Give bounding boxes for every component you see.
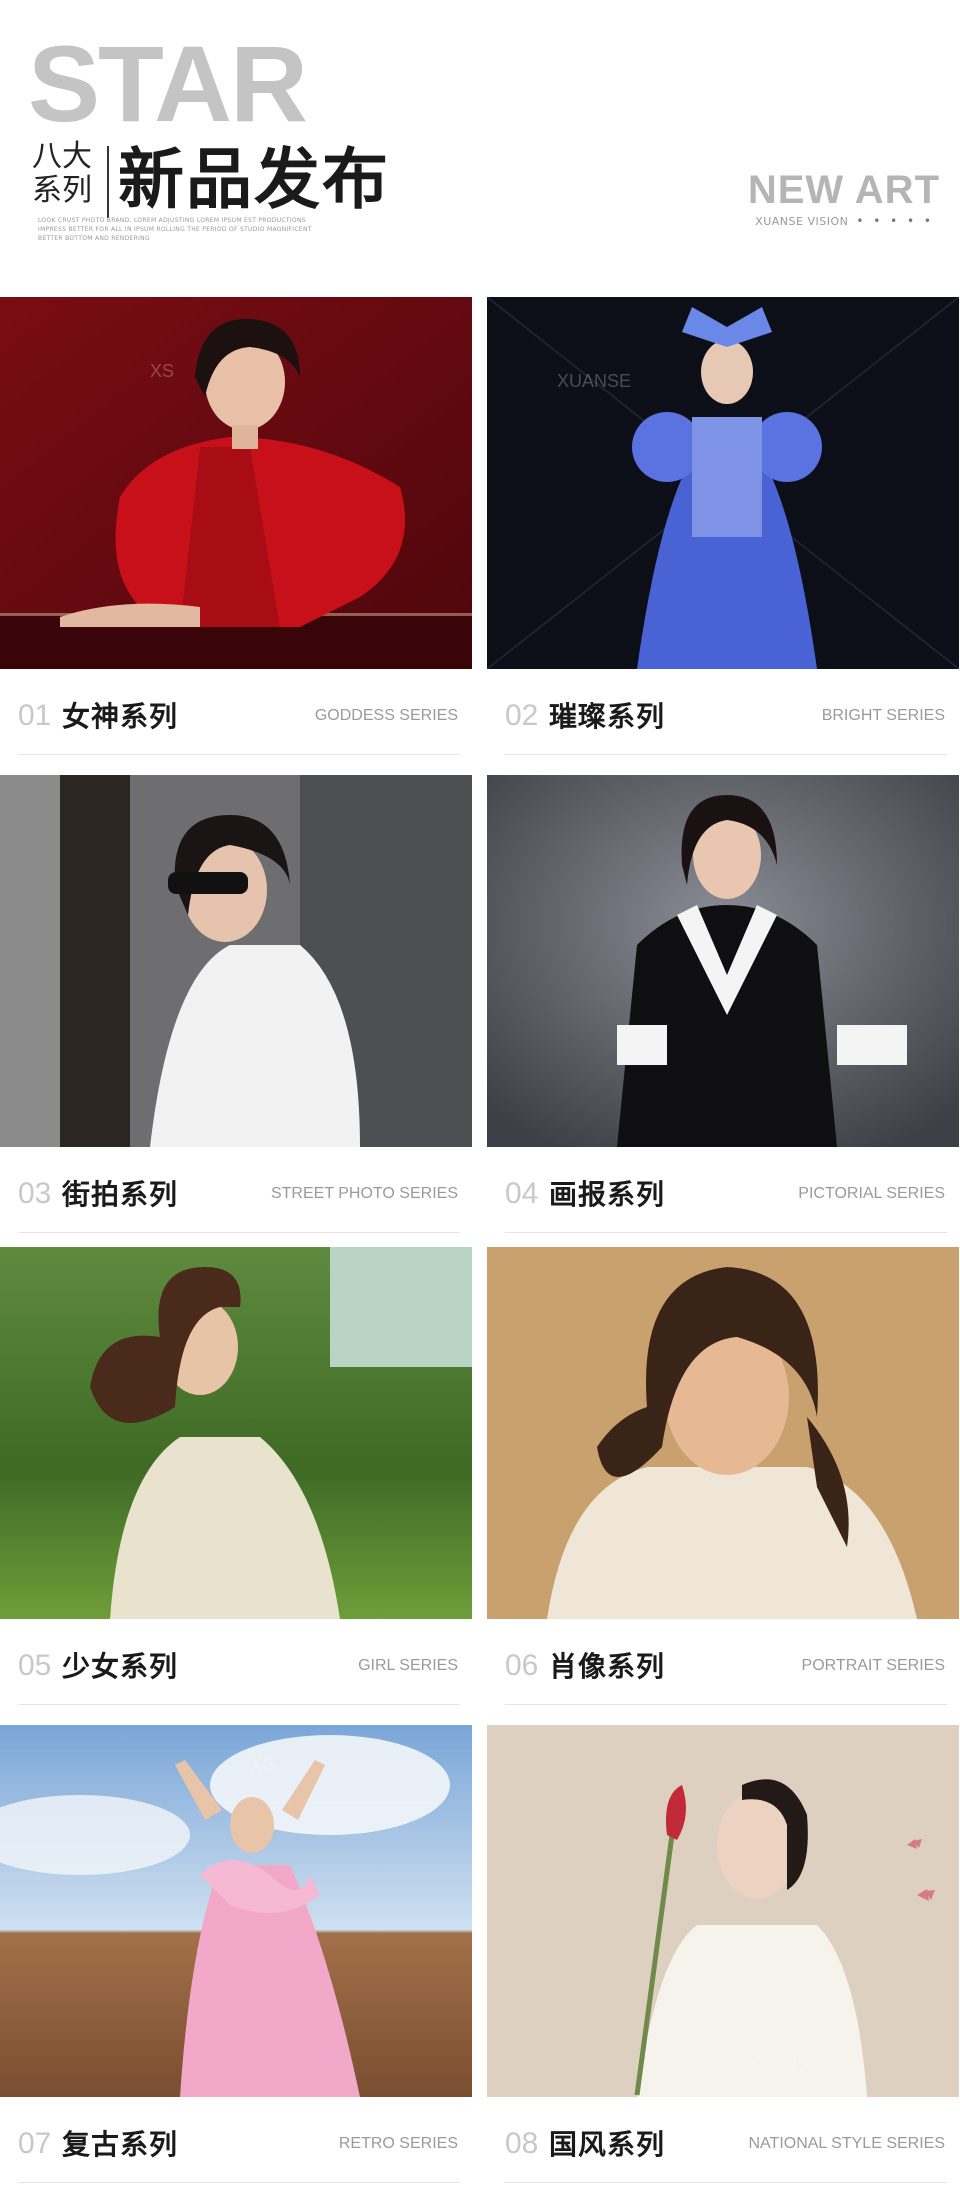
series-name: 复古系列 bbox=[62, 2128, 179, 2161]
goddess-photo: XS bbox=[0, 297, 472, 669]
series-number: 05 bbox=[18, 1649, 52, 1682]
caption-divider bbox=[18, 2182, 460, 2183]
series-name: 画报系列 bbox=[549, 1178, 666, 1211]
series-english-name: PORTRAIT SERIES bbox=[801, 1657, 945, 1674]
star-heading: STAR bbox=[28, 23, 308, 144]
bright-photo: XUANSE bbox=[487, 297, 959, 669]
series-number: 07 bbox=[18, 2127, 52, 2160]
series-card-street[interactable]: 03 街拍系列 STREET PHOTO SERIES bbox=[0, 775, 472, 1243]
series-name: 街拍系列 bbox=[62, 1178, 179, 1211]
series-card-goddess[interactable]: XS 01 女神系列 GODDESS SERIES bbox=[0, 297, 472, 765]
girl-photo bbox=[0, 1247, 472, 1619]
caption-divider bbox=[505, 754, 947, 755]
caption-divider bbox=[18, 754, 460, 755]
street-caption: 03 街拍系列 STREET PHOTO SERIES bbox=[0, 1147, 472, 1243]
series-number: 03 bbox=[18, 1177, 52, 1210]
new-art-label: NEW ART bbox=[747, 168, 940, 212]
series-name: 璀璨系列 bbox=[549, 700, 666, 733]
dots-decoration: • • • • • bbox=[856, 214, 934, 228]
retro-photo: XS bbox=[0, 1725, 472, 2097]
series-name: 少女系列 bbox=[62, 1650, 179, 1683]
series-card-retro[interactable]: XS 07 复古系列 RETRO SERIES bbox=[0, 1725, 472, 2193]
header-divider bbox=[107, 146, 109, 218]
series-card-pictorial[interactable]: 04 画报系列 PICTORIAL SERIES bbox=[487, 775, 959, 1243]
series-name: 肖像系列 bbox=[549, 1650, 666, 1683]
goddess-caption: 01 女神系列 GODDESS SERIES bbox=[0, 669, 472, 765]
series-name: 女神系列 bbox=[62, 700, 179, 733]
header-fineprint: LOOK CRUST PHOTO BRAND, LOREM ADJUSTING … bbox=[38, 217, 312, 242]
series-card-girl[interactable]: 05 少女系列 GIRL SERIES bbox=[0, 1247, 472, 1715]
series-card-portrait[interactable]: 06 肖像系列 PORTRAIT SERIES bbox=[487, 1247, 959, 1715]
series-english-name: BRIGHT SERIES bbox=[821, 707, 945, 724]
series-number: 04 bbox=[505, 1177, 539, 1210]
caption-divider bbox=[505, 1704, 947, 1705]
caption-divider bbox=[18, 1704, 460, 1705]
series-number: 02 bbox=[505, 699, 539, 732]
series-name: 国风系列 bbox=[549, 2128, 666, 2161]
watermark-xs: XS bbox=[250, 1754, 274, 1774]
portrait-photo bbox=[487, 1247, 959, 1619]
series-card-bright[interactable]: XUANSE 02 璀璨系列 BRIGHT SERIES bbox=[487, 297, 959, 765]
watermark-xuanse: XUANSE bbox=[557, 371, 631, 391]
caption-divider bbox=[505, 2182, 947, 2183]
series-english-name: NATIONAL STYLE SERIES bbox=[748, 2135, 946, 2152]
header: STAR 八大 系列 新品发布 LOOK CRUST PHOTO BRAND, … bbox=[0, 0, 960, 290]
watermark-xs: XS bbox=[150, 361, 174, 381]
watermark-xuanse: XUANSE bbox=[747, 2054, 821, 2074]
national-style-photo: XUANSE bbox=[487, 1725, 959, 2097]
national-style-caption: 08 国风系列 NATIONAL STYLE SERIES bbox=[487, 2097, 959, 2193]
vision-label: XUANSE VISION • • • • • bbox=[755, 214, 934, 228]
series-number: 01 bbox=[18, 699, 52, 732]
series-english-name: PICTORIAL SERIES bbox=[798, 1185, 945, 1202]
street-photo bbox=[0, 775, 472, 1147]
series-english-name: GODDESS SERIES bbox=[314, 707, 458, 724]
series-english-name: GIRL SERIES bbox=[358, 1657, 458, 1674]
pictorial-photo bbox=[487, 775, 959, 1147]
girl-caption: 05 少女系列 GIRL SERIES bbox=[0, 1619, 472, 1715]
vision-text: XUANSE VISION bbox=[755, 215, 849, 228]
page-title: 新品发布 bbox=[118, 141, 390, 218]
ba-da-text: 八大 bbox=[32, 139, 92, 174]
retro-caption: 07 复古系列 RETRO SERIES bbox=[0, 2097, 472, 2193]
series-english-name: STREET PHOTO SERIES bbox=[270, 1185, 458, 1202]
portrait-caption: 06 肖像系列 PORTRAIT SERIES bbox=[487, 1619, 959, 1715]
caption-divider bbox=[505, 1232, 947, 1233]
eight-series-label: 八大 系列 bbox=[32, 140, 102, 208]
series-card-national-style[interactable]: XUANSE 08 国风系列 NATIONAL STYLE SERIES bbox=[487, 1725, 959, 2193]
series-english-name: RETRO SERIES bbox=[338, 2135, 458, 2152]
caption-divider bbox=[18, 1232, 460, 1233]
bright-caption: 02 璀璨系列 BRIGHT SERIES bbox=[487, 669, 959, 765]
series-number: 06 bbox=[505, 1649, 539, 1682]
series-number: 08 bbox=[505, 2127, 539, 2160]
xi-lie-text: 系列 bbox=[32, 173, 92, 208]
pictorial-caption: 04 画报系列 PICTORIAL SERIES bbox=[487, 1147, 959, 1243]
